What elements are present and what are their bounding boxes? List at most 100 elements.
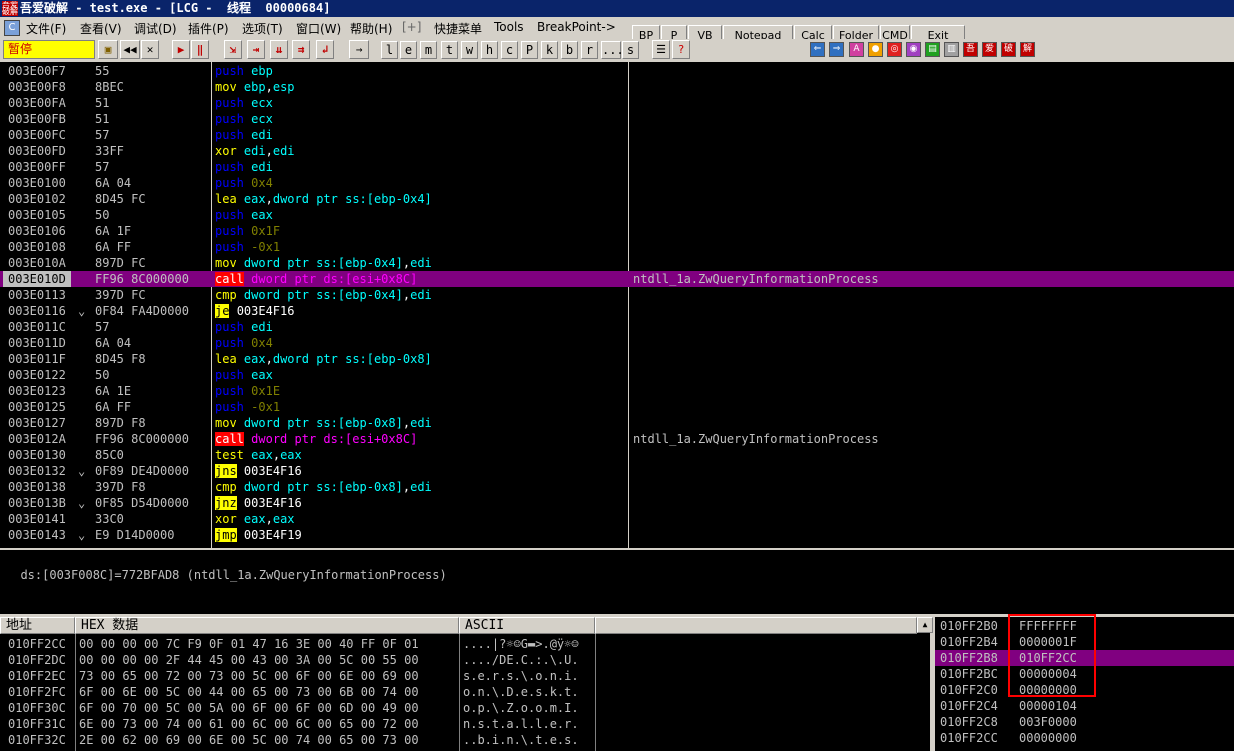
- run-trace-button[interactable]: ...: [601, 41, 624, 59]
- scroll-up-button[interactable]: ▲: [917, 617, 933, 633]
- goto-icon[interactable]: →: [349, 40, 369, 59]
- disasm-row[interactable]: 003E0116 ⌄ 0F84 FA4D0000 je 003E4F16: [0, 303, 1234, 319]
- dump-row[interactable]: 010FF2EC 73 00 65 00 72 00 73 00 5C 00 6F…: [0, 668, 917, 684]
- disasm-row[interactable]: 003E0123 6A 1E push 0x1E: [0, 383, 1234, 399]
- gray-icon[interactable]: ▥: [944, 42, 959, 57]
- dump-row[interactable]: 010FF2CC 00 00 00 00 7C F9 0F 01 47 16 3E…: [0, 636, 917, 652]
- trace-over-icon[interactable]: ⇉: [292, 40, 310, 59]
- ascii-text: ..../DE.C.:.\.U.: [463, 653, 579, 667]
- disasm-row[interactable]: 003E013B ⌄ 0F85 D54D0000 jnz 003E4F16: [0, 495, 1234, 511]
- disasm-row[interactable]: 003E011D 6A 04 push 0x4: [0, 335, 1234, 351]
- dump-row[interactable]: 010FF2FC 6F 00 6E 00 5C 00 44 00 65 00 73…: [0, 684, 917, 700]
- disasm-row[interactable]: 003E010A 897D FC mov dword ptr ss:[ebp-0x4…: [0, 255, 1234, 271]
- stack-row[interactable]: 010FF2C8 003F0000: [935, 714, 1234, 730]
- run-icon[interactable]: ▶: [172, 40, 190, 59]
- menu-plugins[interactable]: 插件(P): [188, 20, 229, 37]
- purple-icon[interactable]: ◉: [906, 42, 921, 57]
- threads-button[interactable]: t: [441, 41, 458, 59]
- disasm-row[interactable]: 003E0130 85C0 test eax,eax: [0, 447, 1234, 463]
- disasm-row[interactable]: 003E00FA 51 push ecx: [0, 95, 1234, 111]
- execute-till-return-icon[interactable]: ↲: [316, 40, 334, 59]
- orange-icon[interactable]: ●: [868, 42, 883, 57]
- disasm-row[interactable]: 003E0125 6A FF push -0x1: [0, 399, 1234, 415]
- disasm-row[interactable]: 003E011C 57 push edi: [0, 319, 1234, 335]
- list-icon[interactable]: ☰: [652, 40, 670, 59]
- dump-row[interactable]: 010FF2DC 00 00 00 00 2F 44 45 00 43 00 3A…: [0, 652, 917, 668]
- disasm-row[interactable]: 003E0113 397D FC cmp dword ptr ss:[ebp-0x4…: [0, 287, 1234, 303]
- back-icon[interactable]: ⇐: [810, 42, 825, 57]
- menu-quick[interactable]: 快捷菜单: [434, 20, 482, 37]
- menu-debug[interactable]: 调试(D): [134, 20, 177, 37]
- disasm-row[interactable]: 003E011F 8D45 F8 lea eax,dword ptr ss:[ebp…: [0, 351, 1234, 367]
- dump-header-address[interactable]: 地址: [0, 617, 75, 634]
- jie-icon[interactable]: 解: [1020, 42, 1035, 57]
- stack-row[interactable]: 010FF2C4 00000104: [935, 698, 1234, 714]
- breakpoints-button[interactable]: b: [561, 41, 578, 59]
- source-button[interactable]: s: [622, 41, 639, 59]
- pause-icon[interactable]: ‖: [191, 40, 209, 59]
- disasm-row[interactable]: 003E0143 ⌄ E9 D14D0000 jmp 003E4F19: [0, 527, 1234, 543]
- step-over-icon[interactable]: ⇥: [247, 40, 265, 59]
- wu-icon[interactable]: 吾: [963, 42, 978, 57]
- help-icon[interactable]: ?: [672, 40, 690, 59]
- disasm-row[interactable]: 003E00F8 8BEC mov ebp,esp: [0, 79, 1234, 95]
- menu-window[interactable]: 窗口(W): [296, 20, 341, 37]
- menu-help[interactable]: 帮助(H): [350, 20, 392, 37]
- menu-view[interactable]: 查看(V): [80, 20, 122, 37]
- instruction: push -0x1: [215, 399, 280, 415]
- disasm-row[interactable]: 003E00FB 51 push ecx: [0, 111, 1234, 127]
- dump-row[interactable]: 010FF31C 6E 00 73 00 74 00 61 00 6C 00 6C…: [0, 716, 917, 732]
- disasm-row[interactable]: 003E0141 33C0 xor eax,eax: [0, 511, 1234, 527]
- memory-dump-pane[interactable]: 地址 HEX 数据 ASCII 010FF2CC 00 00 00 00 7C F…: [0, 617, 930, 751]
- menu-expand-button[interactable]: [+]: [402, 20, 421, 34]
- trace-into-icon[interactable]: ⇊: [270, 40, 288, 59]
- mnemonic: mov: [215, 416, 237, 430]
- disasm-row[interactable]: 003E00FC 57 push edi: [0, 127, 1234, 143]
- disasm-row[interactable]: 003E0122 50 push eax: [0, 367, 1234, 383]
- memory-map-button[interactable]: m: [420, 41, 437, 59]
- step-into-icon[interactable]: ⇲: [224, 40, 242, 59]
- disasm-row[interactable]: 003E00F7 55 push ebp: [0, 63, 1234, 79]
- rewind-icon[interactable]: ◀◀: [120, 40, 140, 59]
- disasm-row[interactable]: 003E0100 6A 04 push 0x4: [0, 175, 1234, 191]
- cpu-button[interactable]: c: [501, 41, 518, 59]
- a-icon[interactable]: A: [849, 42, 864, 57]
- disassembly-pane[interactable]: 003E00F7 55 push ebp 003E00F8 8BEC mov ebp,es…: [0, 62, 1234, 548]
- target-icon[interactable]: ◎: [887, 42, 902, 57]
- patches-button[interactable]: P: [521, 41, 538, 59]
- close-icon[interactable]: ✕: [141, 40, 159, 59]
- open-file-icon[interactable]: ▣: [98, 40, 118, 59]
- log-window-button[interactable]: l: [381, 41, 398, 59]
- stack-row[interactable]: 010FF2CC 00000000: [935, 730, 1234, 746]
- handles-button[interactable]: h: [481, 41, 498, 59]
- ai-icon[interactable]: 爱: [982, 42, 997, 57]
- dump-row[interactable]: 010FF30C 6F 00 70 00 5C 00 5A 00 6F 00 6F…: [0, 700, 917, 716]
- disasm-row[interactable]: 003E00FF 57 push edi: [0, 159, 1234, 175]
- menu-options[interactable]: 选项(T): [242, 20, 283, 37]
- forward-icon[interactable]: ⇒: [829, 42, 844, 57]
- disasm-row[interactable]: 003E012A FF96 8C000000 call dword ptr ds:[…: [0, 431, 1234, 447]
- mnemonic: push: [215, 160, 244, 174]
- disasm-row[interactable]: 003E0108 6A FF push -0x1: [0, 239, 1234, 255]
- disasm-row[interactable]: 003E0138 397D F8 cmp dword ptr ss:[ebp-0x8…: [0, 479, 1234, 495]
- system-menu-icon[interactable]: C: [4, 20, 20, 36]
- disasm-row[interactable]: 003E0132 ⌄ 0F89 DE4D0000 jns 003E4F16: [0, 463, 1234, 479]
- dump-row[interactable]: 010FF32C 2E 00 62 00 69 00 6E 00 5C 00 74…: [0, 732, 917, 748]
- dump-header-ascii[interactable]: ASCII: [459, 617, 595, 634]
- disasm-row[interactable]: 003E010D FF96 8C000000 call dword ptr ds:[…: [0, 271, 1234, 287]
- disasm-row[interactable]: 003E0102 8D45 FC lea eax,dword ptr ss:[ebp…: [0, 191, 1234, 207]
- call-stack-button[interactable]: k: [541, 41, 558, 59]
- po-icon[interactable]: 破: [1001, 42, 1016, 57]
- menu-breakpoint[interactable]: BreakPoint->: [537, 20, 616, 34]
- references-button[interactable]: r: [581, 41, 598, 59]
- disasm-row[interactable]: 003E0105 50 push eax: [0, 207, 1234, 223]
- executable-modules-button[interactable]: e: [400, 41, 417, 59]
- dump-header-hex[interactable]: HEX 数据: [75, 617, 459, 634]
- menu-tools[interactable]: Tools: [494, 20, 524, 34]
- green-icon[interactable]: ▤: [925, 42, 940, 57]
- windows-button[interactable]: w: [461, 41, 478, 59]
- menu-file[interactable]: 文件(F): [26, 20, 66, 37]
- disasm-row[interactable]: 003E0127 897D F8 mov dword ptr ss:[ebp-0x8…: [0, 415, 1234, 431]
- disasm-row[interactable]: 003E0106 6A 1F push 0x1F: [0, 223, 1234, 239]
- disasm-row[interactable]: 003E00FD 33FF xor edi,edi: [0, 143, 1234, 159]
